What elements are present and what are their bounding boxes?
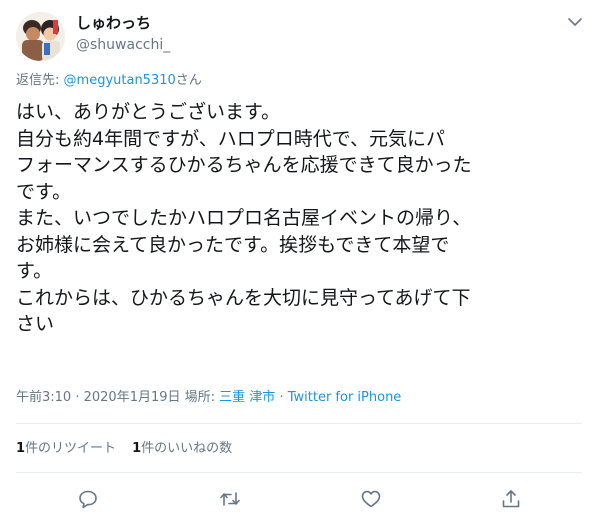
tweet-line: これからは、ひかるちゃんを大切に見守ってあげて下 [16, 286, 471, 309]
author-display-name[interactable]: しゅわっち [76, 13, 151, 33]
reply-prefix: 返信先: [16, 73, 60, 88]
tweet-line: 自分も約4年間ですが、ハロプロ時代で、元気にパ [16, 127, 445, 150]
tweet-time[interactable]: 午前3:10 [16, 390, 71, 405]
tweet-line: さい [16, 313, 55, 335]
divider [16, 472, 582, 473]
tweet-line: す。 [16, 260, 53, 282]
meta-separator: · [275, 390, 288, 405]
engagement-stats: 1件のリツイート 1件のいいねの数 [16, 440, 248, 458]
likes-count: 1 [132, 441, 142, 456]
share-icon[interactable] [500, 488, 522, 510]
reply-icon[interactable] [77, 488, 99, 510]
reply-suffix: さん [175, 73, 202, 88]
source-link[interactable]: Twitter for iPhone [288, 390, 402, 405]
location-link[interactable]: 三重 津市 [219, 390, 275, 405]
divider [16, 423, 582, 424]
chevron-down-icon[interactable] [567, 14, 583, 28]
tweet-line: お姉様に会えて良かったです。挨拶もできて本望で [16, 233, 450, 256]
retweets-count: 1 [16, 441, 26, 456]
avatar-image [16, 12, 65, 61]
tweet-card: しゅわっち @shuwacchi_ 返信先: @megyutan5310さん は… [0, 0, 598, 523]
reply-context: 返信先: @megyutan5310さん [16, 72, 202, 90]
likes-stat[interactable]: 1件のいいねの数 [132, 440, 232, 458]
tweet-line: また、いつでしたかハロプロ名古屋イベントの帰り、 [16, 207, 472, 229]
retweets-label: 件のリツイート [25, 441, 117, 456]
retweets-stat[interactable]: 1件のリツイート [16, 440, 116, 458]
meta-separator: · [71, 390, 84, 405]
location-prefix: 場所: [180, 390, 220, 405]
retweet-icon[interactable] [219, 488, 241, 510]
tweet-line: はい、ありがとうございます。 [16, 101, 281, 123]
reply-mention-link[interactable]: @megyutan5310 [64, 73, 176, 88]
tweet-line: フォーマンスするひかるちゃんを応援できて良かった [16, 154, 472, 176]
tweet-text: はい、ありがとうございます。 自分も約4年間ですが、ハロプロ時代で、元気にパ フ… [16, 99, 586, 338]
avatar[interactable] [16, 12, 65, 61]
tweet-date[interactable]: 2020年1月19日 [84, 390, 181, 405]
tweet-line: です。 [16, 180, 72, 203]
author-handle[interactable]: @shuwacchi_ [76, 36, 170, 54]
likes-label: 件のいいねの数 [141, 441, 233, 456]
tweet-metadata: 午前3:10 · 2020年1月19日 場所: 三重 津市 · Twitter … [16, 389, 401, 407]
heart-icon[interactable] [360, 488, 382, 510]
